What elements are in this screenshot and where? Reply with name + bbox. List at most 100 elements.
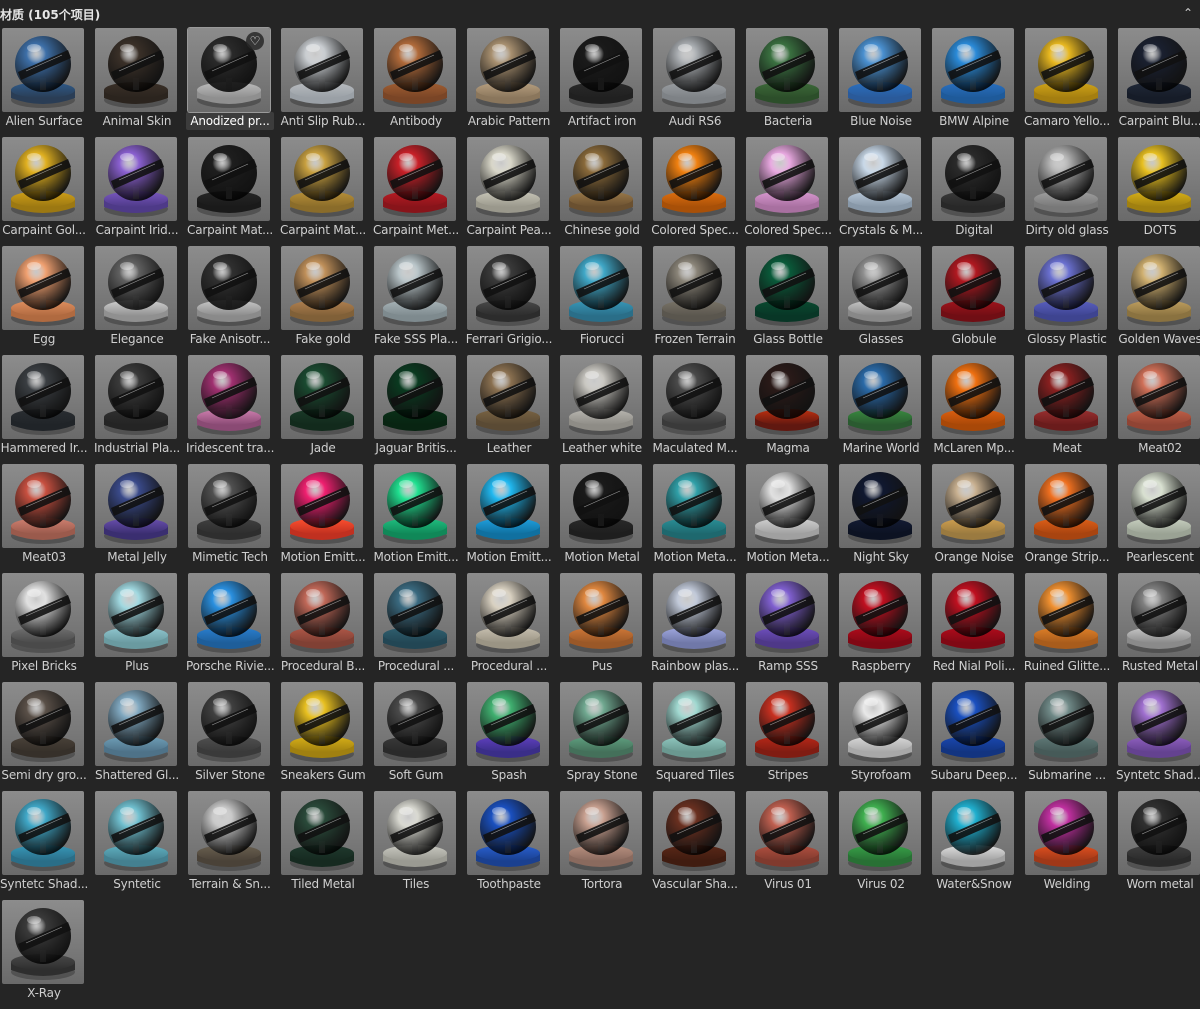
material-tile[interactable]: Stripes bbox=[744, 682, 837, 791]
material-tile[interactable]: Motion Emitt... bbox=[465, 464, 558, 573]
material-tile[interactable]: Jaguar Britis... bbox=[372, 355, 465, 464]
material-tile[interactable]: Tiles bbox=[372, 791, 465, 900]
material-tile[interactable]: Magma bbox=[744, 355, 837, 464]
material-tile[interactable]: Animal Skin bbox=[93, 28, 186, 137]
material-tile[interactable]: Leather white bbox=[558, 355, 651, 464]
material-tile[interactable]: Crystals & M... bbox=[837, 137, 930, 246]
material-tile[interactable]: Night Sky bbox=[837, 464, 930, 573]
material-tile[interactable]: Vascular Sha... bbox=[651, 791, 744, 900]
material-tile[interactable]: Carpaint Blu... bbox=[1116, 28, 1200, 137]
material-tile[interactable]: Virus 01 bbox=[744, 791, 837, 900]
material-tile[interactable]: Spash bbox=[465, 682, 558, 791]
material-tile[interactable]: Procedural B... bbox=[279, 573, 372, 682]
material-tile[interactable]: Motion Meta... bbox=[651, 464, 744, 573]
material-tile[interactable]: Iridescent tra... bbox=[186, 355, 279, 464]
material-tile[interactable]: Metal Jelly bbox=[93, 464, 186, 573]
material-tile[interactable]: Frozen Terrain bbox=[651, 246, 744, 355]
material-tile[interactable]: Blue Noise bbox=[837, 28, 930, 137]
material-tile[interactable]: Digital bbox=[930, 137, 1023, 246]
material-tile[interactable]: Styrofoam bbox=[837, 682, 930, 791]
material-tile[interactable]: Semi dry gro... bbox=[0, 682, 93, 791]
material-tile[interactable]: Audi RS6 bbox=[651, 28, 744, 137]
material-tile[interactable]: Camaro Yello... bbox=[1023, 28, 1116, 137]
material-tile[interactable]: Leather bbox=[465, 355, 558, 464]
material-tile[interactable]: ♡ Anodized pr... bbox=[186, 28, 279, 137]
material-tile[interactable]: Egg bbox=[0, 246, 93, 355]
material-tile[interactable]: Hammered Ir... bbox=[0, 355, 93, 464]
material-tile[interactable]: Carpaint Mat... bbox=[186, 137, 279, 246]
material-tile[interactable]: Squared Tiles bbox=[651, 682, 744, 791]
material-tile[interactable]: Glass Bottle bbox=[744, 246, 837, 355]
material-tile[interactable]: Submarine ... bbox=[1023, 682, 1116, 791]
material-tile[interactable]: Tiled Metal bbox=[279, 791, 372, 900]
material-tile[interactable]: Rusted Metal bbox=[1116, 573, 1200, 682]
material-tile[interactable]: Water&Snow bbox=[930, 791, 1023, 900]
material-tile[interactable]: Worn metal bbox=[1116, 791, 1200, 900]
material-tile[interactable]: Procedural ... bbox=[372, 573, 465, 682]
material-tile[interactable]: Fake Anisotr... bbox=[186, 246, 279, 355]
material-tile[interactable]: Maculated M... bbox=[651, 355, 744, 464]
material-tile[interactable]: Jade bbox=[279, 355, 372, 464]
material-tile[interactable]: Ferrari Grigio... bbox=[465, 246, 558, 355]
material-tile[interactable]: Tortora bbox=[558, 791, 651, 900]
material-tile[interactable]: Subaru Deep... bbox=[930, 682, 1023, 791]
material-tile[interactable]: Porsche Rivie... bbox=[186, 573, 279, 682]
material-tile[interactable]: Marine World bbox=[837, 355, 930, 464]
material-tile[interactable]: Syntetc Shad... bbox=[0, 791, 93, 900]
material-tile[interactable]: Anti Slip Rub... bbox=[279, 28, 372, 137]
material-tile[interactable]: Procedural ... bbox=[465, 573, 558, 682]
material-tile[interactable]: Colored Spec... bbox=[651, 137, 744, 246]
material-tile[interactable]: Syntetc Shad... bbox=[1116, 682, 1200, 791]
material-tile[interactable]: Dirty old glass bbox=[1023, 137, 1116, 246]
material-tile[interactable]: Fiorucci bbox=[558, 246, 651, 355]
material-tile[interactable]: Sneakers Gum bbox=[279, 682, 372, 791]
material-tile[interactable]: Carpaint Irid... bbox=[93, 137, 186, 246]
material-tile[interactable]: Raspberry bbox=[837, 573, 930, 682]
material-tile[interactable]: Toothpaste bbox=[465, 791, 558, 900]
material-tile[interactable]: Artifact iron bbox=[558, 28, 651, 137]
material-tile[interactable]: Terrain & Sn... bbox=[186, 791, 279, 900]
material-tile[interactable]: Fake gold bbox=[279, 246, 372, 355]
material-tile[interactable]: Carpaint Pea... bbox=[465, 137, 558, 246]
material-tile[interactable]: Mimetic Tech bbox=[186, 464, 279, 573]
material-tile[interactable]: Bacteria bbox=[744, 28, 837, 137]
material-tile[interactable]: Motion Emitt... bbox=[279, 464, 372, 573]
material-tile[interactable]: Meat bbox=[1023, 355, 1116, 464]
material-tile[interactable]: Antibody bbox=[372, 28, 465, 137]
material-tile[interactable]: Pus bbox=[558, 573, 651, 682]
material-tile[interactable]: Glossy Plastic bbox=[1023, 246, 1116, 355]
heart-icon[interactable]: ♡ bbox=[246, 32, 264, 50]
material-tile[interactable]: Ramp SSS bbox=[744, 573, 837, 682]
material-tile[interactable]: Shattered Gl... bbox=[93, 682, 186, 791]
material-tile[interactable]: Soft Gum bbox=[372, 682, 465, 791]
material-tile[interactable]: Pixel Bricks bbox=[0, 573, 93, 682]
material-tile[interactable]: Meat03 bbox=[0, 464, 93, 573]
material-tile[interactable]: Carpaint Met... bbox=[372, 137, 465, 246]
material-tile[interactable]: Colored Spec... bbox=[744, 137, 837, 246]
material-tile[interactable]: Meat02 bbox=[1116, 355, 1200, 464]
material-tile[interactable]: Motion Metal bbox=[558, 464, 651, 573]
material-tile[interactable]: Glasses bbox=[837, 246, 930, 355]
material-tile[interactable]: Spray Stone bbox=[558, 682, 651, 791]
material-tile[interactable]: Motion Emitt... bbox=[372, 464, 465, 573]
material-tile[interactable]: BMW Alpine bbox=[930, 28, 1023, 137]
material-tile[interactable]: Silver Stone bbox=[186, 682, 279, 791]
material-tile[interactable]: DOTS bbox=[1116, 137, 1200, 246]
material-tile[interactable]: Fake SSS Pla... bbox=[372, 246, 465, 355]
material-tile[interactable]: Rainbow plas... bbox=[651, 573, 744, 682]
material-tile[interactable]: Red Nial Poli... bbox=[930, 573, 1023, 682]
material-tile[interactable]: X-Ray bbox=[0, 900, 93, 1009]
material-tile[interactable]: Orange Noise bbox=[930, 464, 1023, 573]
material-tile[interactable]: Pearlescent bbox=[1116, 464, 1200, 573]
material-tile[interactable]: Virus 02 bbox=[837, 791, 930, 900]
material-tile[interactable]: Ruined Glitte... bbox=[1023, 573, 1116, 682]
collapse-section-button[interactable]: ⌃ bbox=[1180, 4, 1196, 22]
material-tile[interactable]: Welding bbox=[1023, 791, 1116, 900]
material-tile[interactable]: Motion Meta... bbox=[744, 464, 837, 573]
material-tile[interactable]: McLaren Mp... bbox=[930, 355, 1023, 464]
material-tile[interactable]: Orange Strip... bbox=[1023, 464, 1116, 573]
material-tile[interactable]: Alien Surface bbox=[0, 28, 93, 137]
material-tile[interactable]: Carpaint Mat... bbox=[279, 137, 372, 246]
material-tile[interactable]: Elegance bbox=[93, 246, 186, 355]
material-tile[interactable]: Chinese gold bbox=[558, 137, 651, 246]
